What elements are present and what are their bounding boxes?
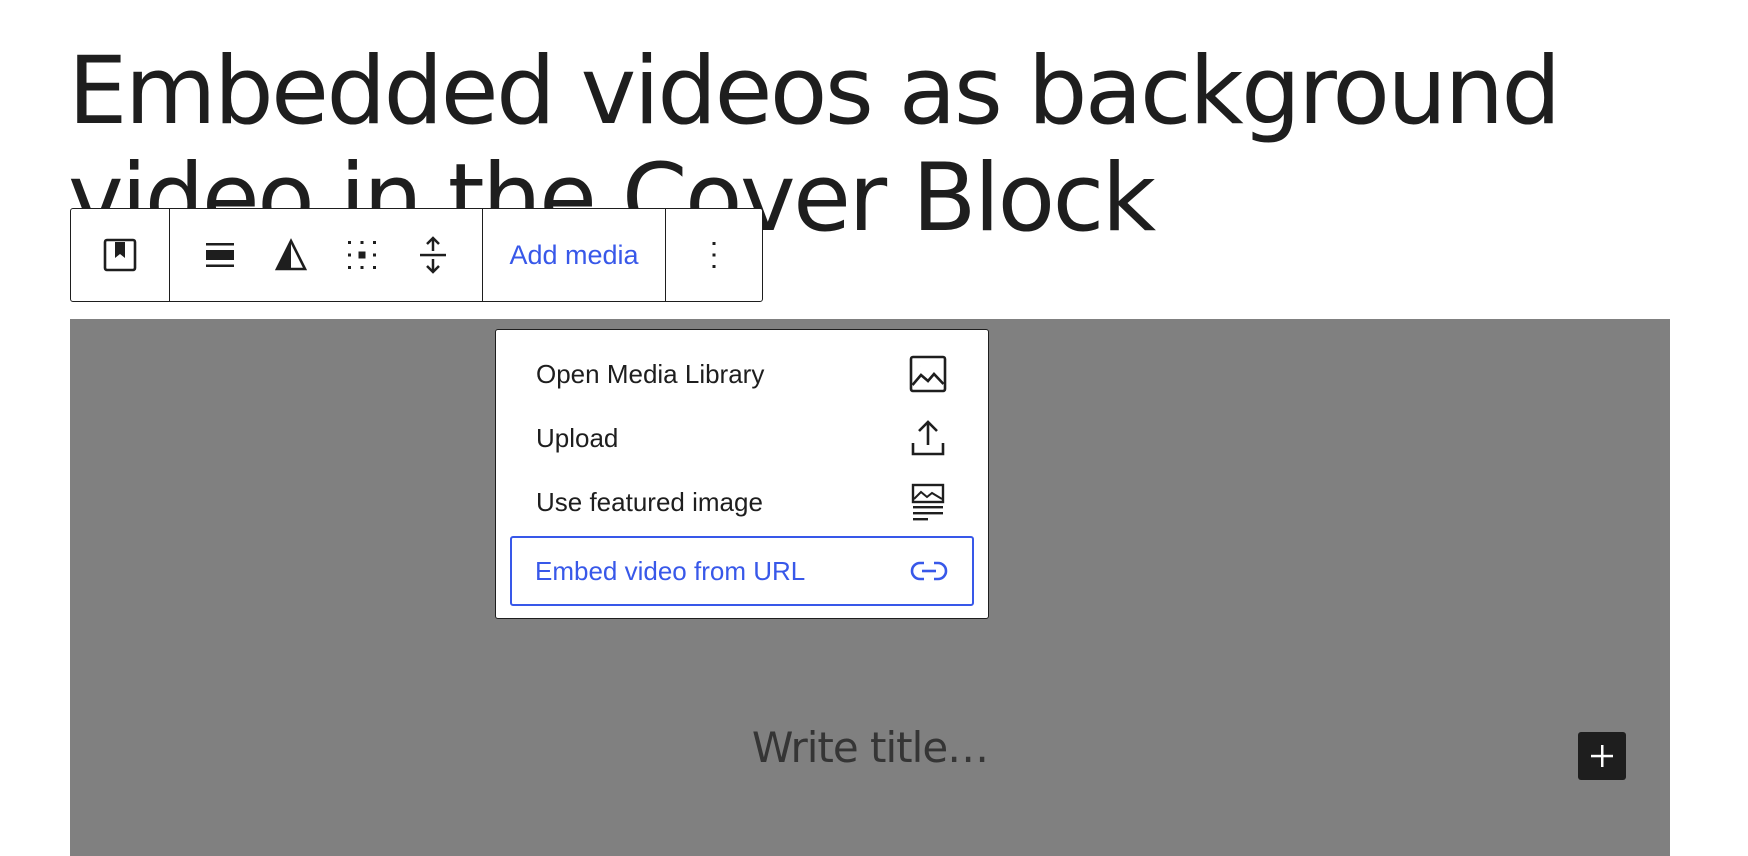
cover-block-icon — [103, 238, 137, 272]
cover-block-type-button[interactable] — [84, 209, 156, 301]
block-tools-group — [170, 209, 483, 301]
content-position-button[interactable] — [326, 209, 397, 301]
menu-item-embed-video-from-url[interactable]: Embed video from URL — [510, 536, 974, 606]
editor-canvas: Embedded videos as background video in t… — [0, 0, 1748, 856]
menu-item-label: Open Media Library — [536, 358, 765, 389]
align-button[interactable] — [184, 209, 255, 301]
menu-item-label: Use featured image — [536, 486, 763, 517]
block-type-group — [71, 209, 170, 301]
align-full-width-icon — [205, 243, 234, 267]
options-group — [666, 209, 762, 301]
add-media-button[interactable]: Add media — [509, 240, 638, 271]
duotone-button[interactable] — [255, 209, 326, 301]
block-inserter-button[interactable] — [1578, 732, 1626, 780]
cover-title-placeholder[interactable]: Write title… — [70, 723, 1670, 772]
fullscreen-height-icon — [419, 236, 446, 274]
position-grid-icon — [347, 241, 376, 269]
menu-item-upload[interactable]: Upload — [510, 406, 974, 470]
upload-icon — [908, 418, 948, 458]
link-icon — [909, 551, 949, 591]
more-vertical-icon — [712, 242, 716, 268]
contrast-triangle-icon — [274, 238, 307, 271]
menu-item-open-media-library[interactable]: Open Media Library — [510, 342, 974, 406]
menu-item-label: Upload — [536, 422, 619, 453]
menu-item-label: Embed video from URL — [535, 555, 806, 586]
menu-item-use-featured-image[interactable]: Use featured image — [510, 470, 974, 534]
block-toolbar: Add media — [70, 208, 763, 302]
add-media-group: Add media — [483, 209, 666, 301]
full-height-button[interactable] — [397, 209, 468, 301]
options-button[interactable] — [678, 209, 750, 301]
featured-image-icon — [908, 482, 948, 522]
image-icon — [908, 354, 948, 394]
media-replace-dropdown: Open Media Library Upload Use featured i… — [495, 329, 989, 619]
plus-icon — [1591, 745, 1613, 767]
